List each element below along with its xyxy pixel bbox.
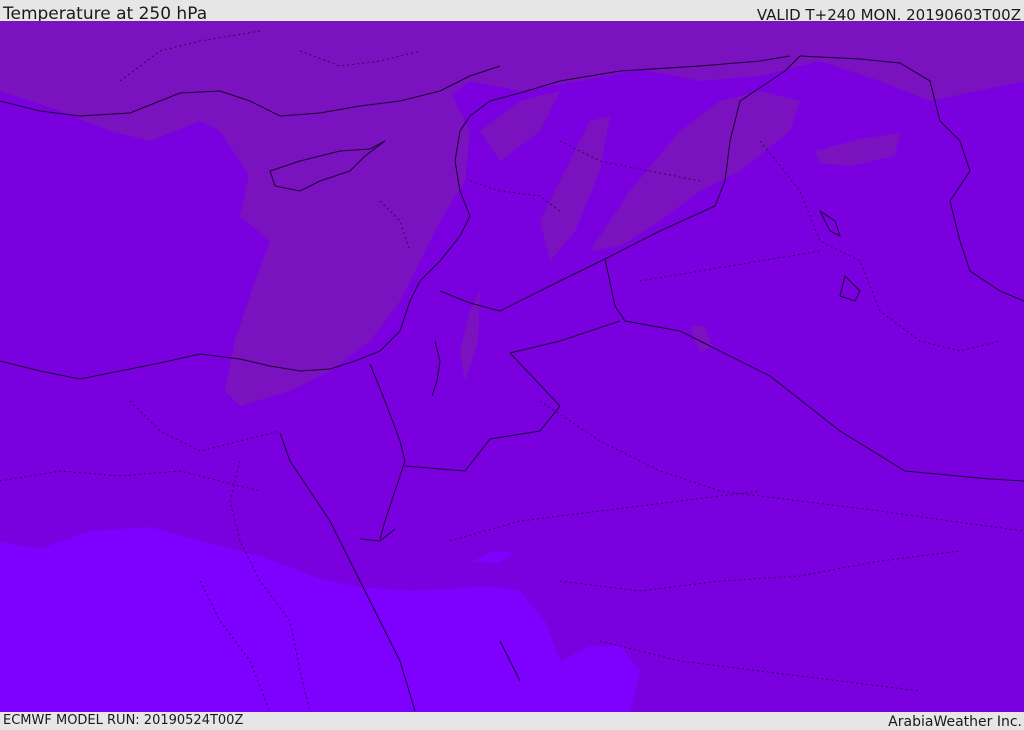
temperature-map[interactable] [0, 21, 1024, 712]
credit-label: ArabiaWeather Inc. [888, 714, 1022, 730]
map-canvas [0, 21, 1024, 712]
bottom-bar: ECMWF MODEL RUN: 20190524T00Z ArabiaWeat… [0, 712, 1024, 730]
top-bar: Temperature at 250 hPa VALID T+240 MON. … [0, 0, 1024, 24]
model-run-label: ECMWF MODEL RUN: 20190524T00Z [3, 713, 244, 728]
